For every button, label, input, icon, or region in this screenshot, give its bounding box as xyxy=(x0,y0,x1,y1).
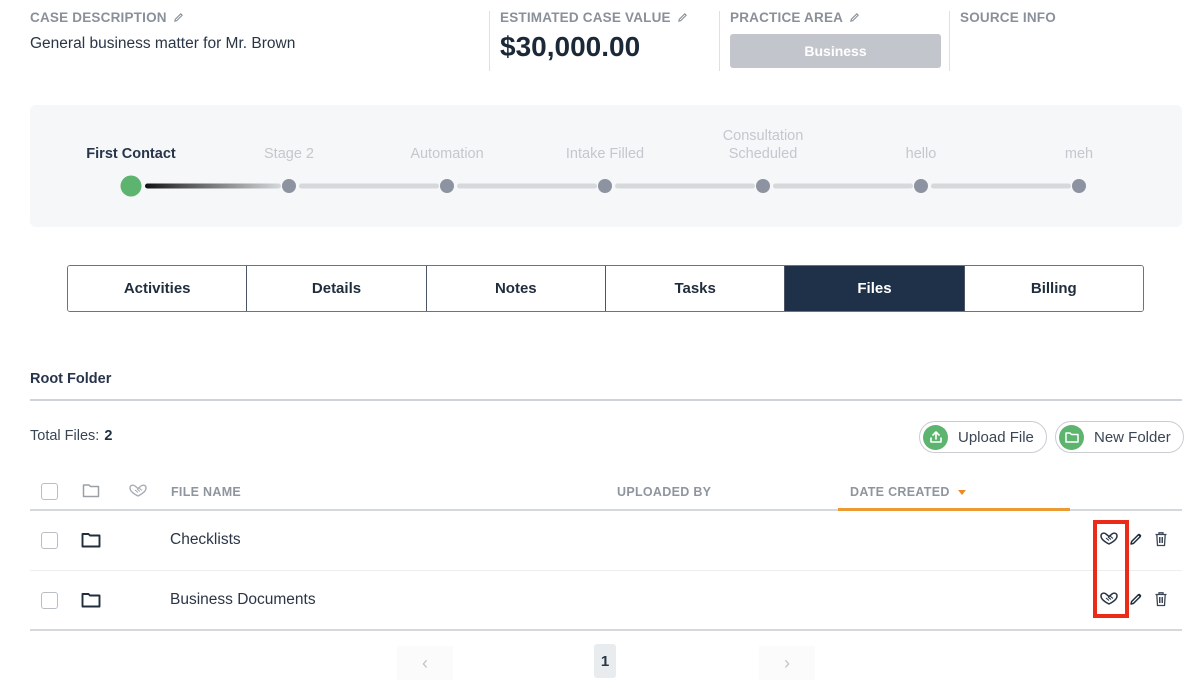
tab-details[interactable]: Details xyxy=(247,266,427,311)
source-info-label: SOURCE INFO xyxy=(960,10,1056,25)
trash-icon[interactable] xyxy=(1154,591,1168,607)
stage-label[interactable]: Stage 2 xyxy=(264,145,314,163)
column-date-created-label: DATE CREATED xyxy=(850,485,950,499)
folder-icon xyxy=(81,592,101,608)
stage-connector xyxy=(931,183,1071,189)
handshake-icon xyxy=(128,483,148,498)
select-all-checkbox[interactable] xyxy=(41,483,58,500)
folder-title: Root Folder xyxy=(30,371,112,387)
divider xyxy=(489,11,490,71)
column-file-name[interactable]: FILE NAME xyxy=(171,485,241,499)
new-folder-label: New Folder xyxy=(1094,428,1171,446)
row-checkbox[interactable] xyxy=(41,592,58,609)
handshake-icon[interactable] xyxy=(1099,591,1119,606)
stage-dot[interactable] xyxy=(440,179,454,193)
new-folder-button[interactable]: New Folder xyxy=(1055,421,1184,453)
case-description-value: General business matter for Mr. Brown xyxy=(30,35,296,52)
total-files: Total Files: 2 xyxy=(30,428,112,444)
case-description-label: CASE DESCRIPTION xyxy=(30,10,167,25)
stage-connector xyxy=(145,183,281,189)
stage-dot[interactable] xyxy=(598,179,612,193)
total-files-label: Total Files: xyxy=(30,428,100,444)
table-header: FILE NAME UPLOADED BY DATE CREATED xyxy=(30,474,1182,510)
table-row[interactable]: Business Documents xyxy=(30,571,1182,631)
tab-notes[interactable]: Notes xyxy=(426,266,606,311)
case-tabs: Activities Details Notes Tasks Files Billing xyxy=(67,265,1144,312)
estimated-case-value-field: ESTIMATED CASE VALUE $30,000.00 xyxy=(500,10,688,63)
upload-icon xyxy=(923,424,948,450)
file-name[interactable]: Business Documents xyxy=(170,591,316,609)
pencil-icon[interactable] xyxy=(173,12,184,23)
column-uploaded-by[interactable]: UPLOADED BY xyxy=(617,485,711,499)
practice-area-label: PRACTICE AREA xyxy=(730,10,844,25)
case-description-field: CASE DESCRIPTION General business matter… xyxy=(30,10,295,53)
total-files-count: 2 xyxy=(104,428,113,444)
handshake-icon[interactable] xyxy=(1099,531,1119,546)
estimated-case-value-label: ESTIMATED CASE VALUE xyxy=(500,10,671,25)
trash-icon[interactable] xyxy=(1154,531,1168,547)
prev-page-button[interactable]: ‹ xyxy=(397,646,453,680)
sort-desc-icon xyxy=(957,490,966,496)
tab-billing[interactable]: Billing xyxy=(964,266,1143,311)
edit-pencil-icon[interactable] xyxy=(1129,532,1143,546)
estimated-case-value: $30,000.00 xyxy=(500,31,641,62)
stage-label[interactable]: Intake Filled xyxy=(566,145,644,163)
folder-icon xyxy=(81,532,101,548)
source-info-field: SOURCE INFO xyxy=(960,10,1056,25)
folder-icon xyxy=(82,483,100,498)
edit-pencil-icon[interactable] xyxy=(1129,592,1143,606)
file-name[interactable]: Checklists xyxy=(170,531,241,549)
stage-label[interactable]: meh xyxy=(1065,145,1093,163)
page-number-button[interactable]: 1 xyxy=(594,644,616,678)
stage-label[interactable]: hello xyxy=(906,145,937,163)
stage-connector xyxy=(773,183,913,189)
row-checkbox[interactable] xyxy=(41,532,58,549)
tab-files[interactable]: Files xyxy=(785,266,965,311)
divider xyxy=(949,11,950,71)
stage-connector xyxy=(299,183,439,189)
stage-label[interactable]: First Contact xyxy=(86,145,175,163)
stage-dot-current[interactable] xyxy=(120,175,142,197)
divider xyxy=(30,399,1182,401)
stage-label[interactable]: Consultation Scheduled xyxy=(723,127,804,163)
stage-dot[interactable] xyxy=(282,179,296,193)
divider xyxy=(719,11,720,71)
upload-file-button[interactable]: Upload File xyxy=(919,421,1047,453)
upload-file-label: Upload File xyxy=(958,428,1034,446)
practice-area-value[interactable]: Business xyxy=(730,34,941,68)
pencil-icon[interactable] xyxy=(849,12,860,23)
case-header: CASE DESCRIPTION General business matter… xyxy=(0,0,1200,80)
tab-activities[interactable]: Activities xyxy=(68,266,248,311)
stage-connector xyxy=(457,183,597,189)
stage-dot[interactable] xyxy=(1072,179,1086,193)
stage-dot[interactable] xyxy=(756,179,770,193)
column-date-created[interactable]: DATE CREATED xyxy=(850,485,966,499)
next-page-button[interactable]: › xyxy=(759,646,815,680)
stage-label[interactable]: Automation xyxy=(410,145,483,163)
practice-area-field: PRACTICE AREA Business xyxy=(730,10,941,68)
stage-tracker: First Contact Stage 2 Automation Intake Fil… xyxy=(30,105,1182,227)
stage-connector xyxy=(615,183,755,189)
folder-icon xyxy=(1059,424,1084,450)
stage-dot[interactable] xyxy=(914,179,928,193)
pencil-icon[interactable] xyxy=(677,12,688,23)
table-row[interactable]: Checklists xyxy=(30,511,1182,571)
tab-tasks[interactable]: Tasks xyxy=(605,266,786,311)
